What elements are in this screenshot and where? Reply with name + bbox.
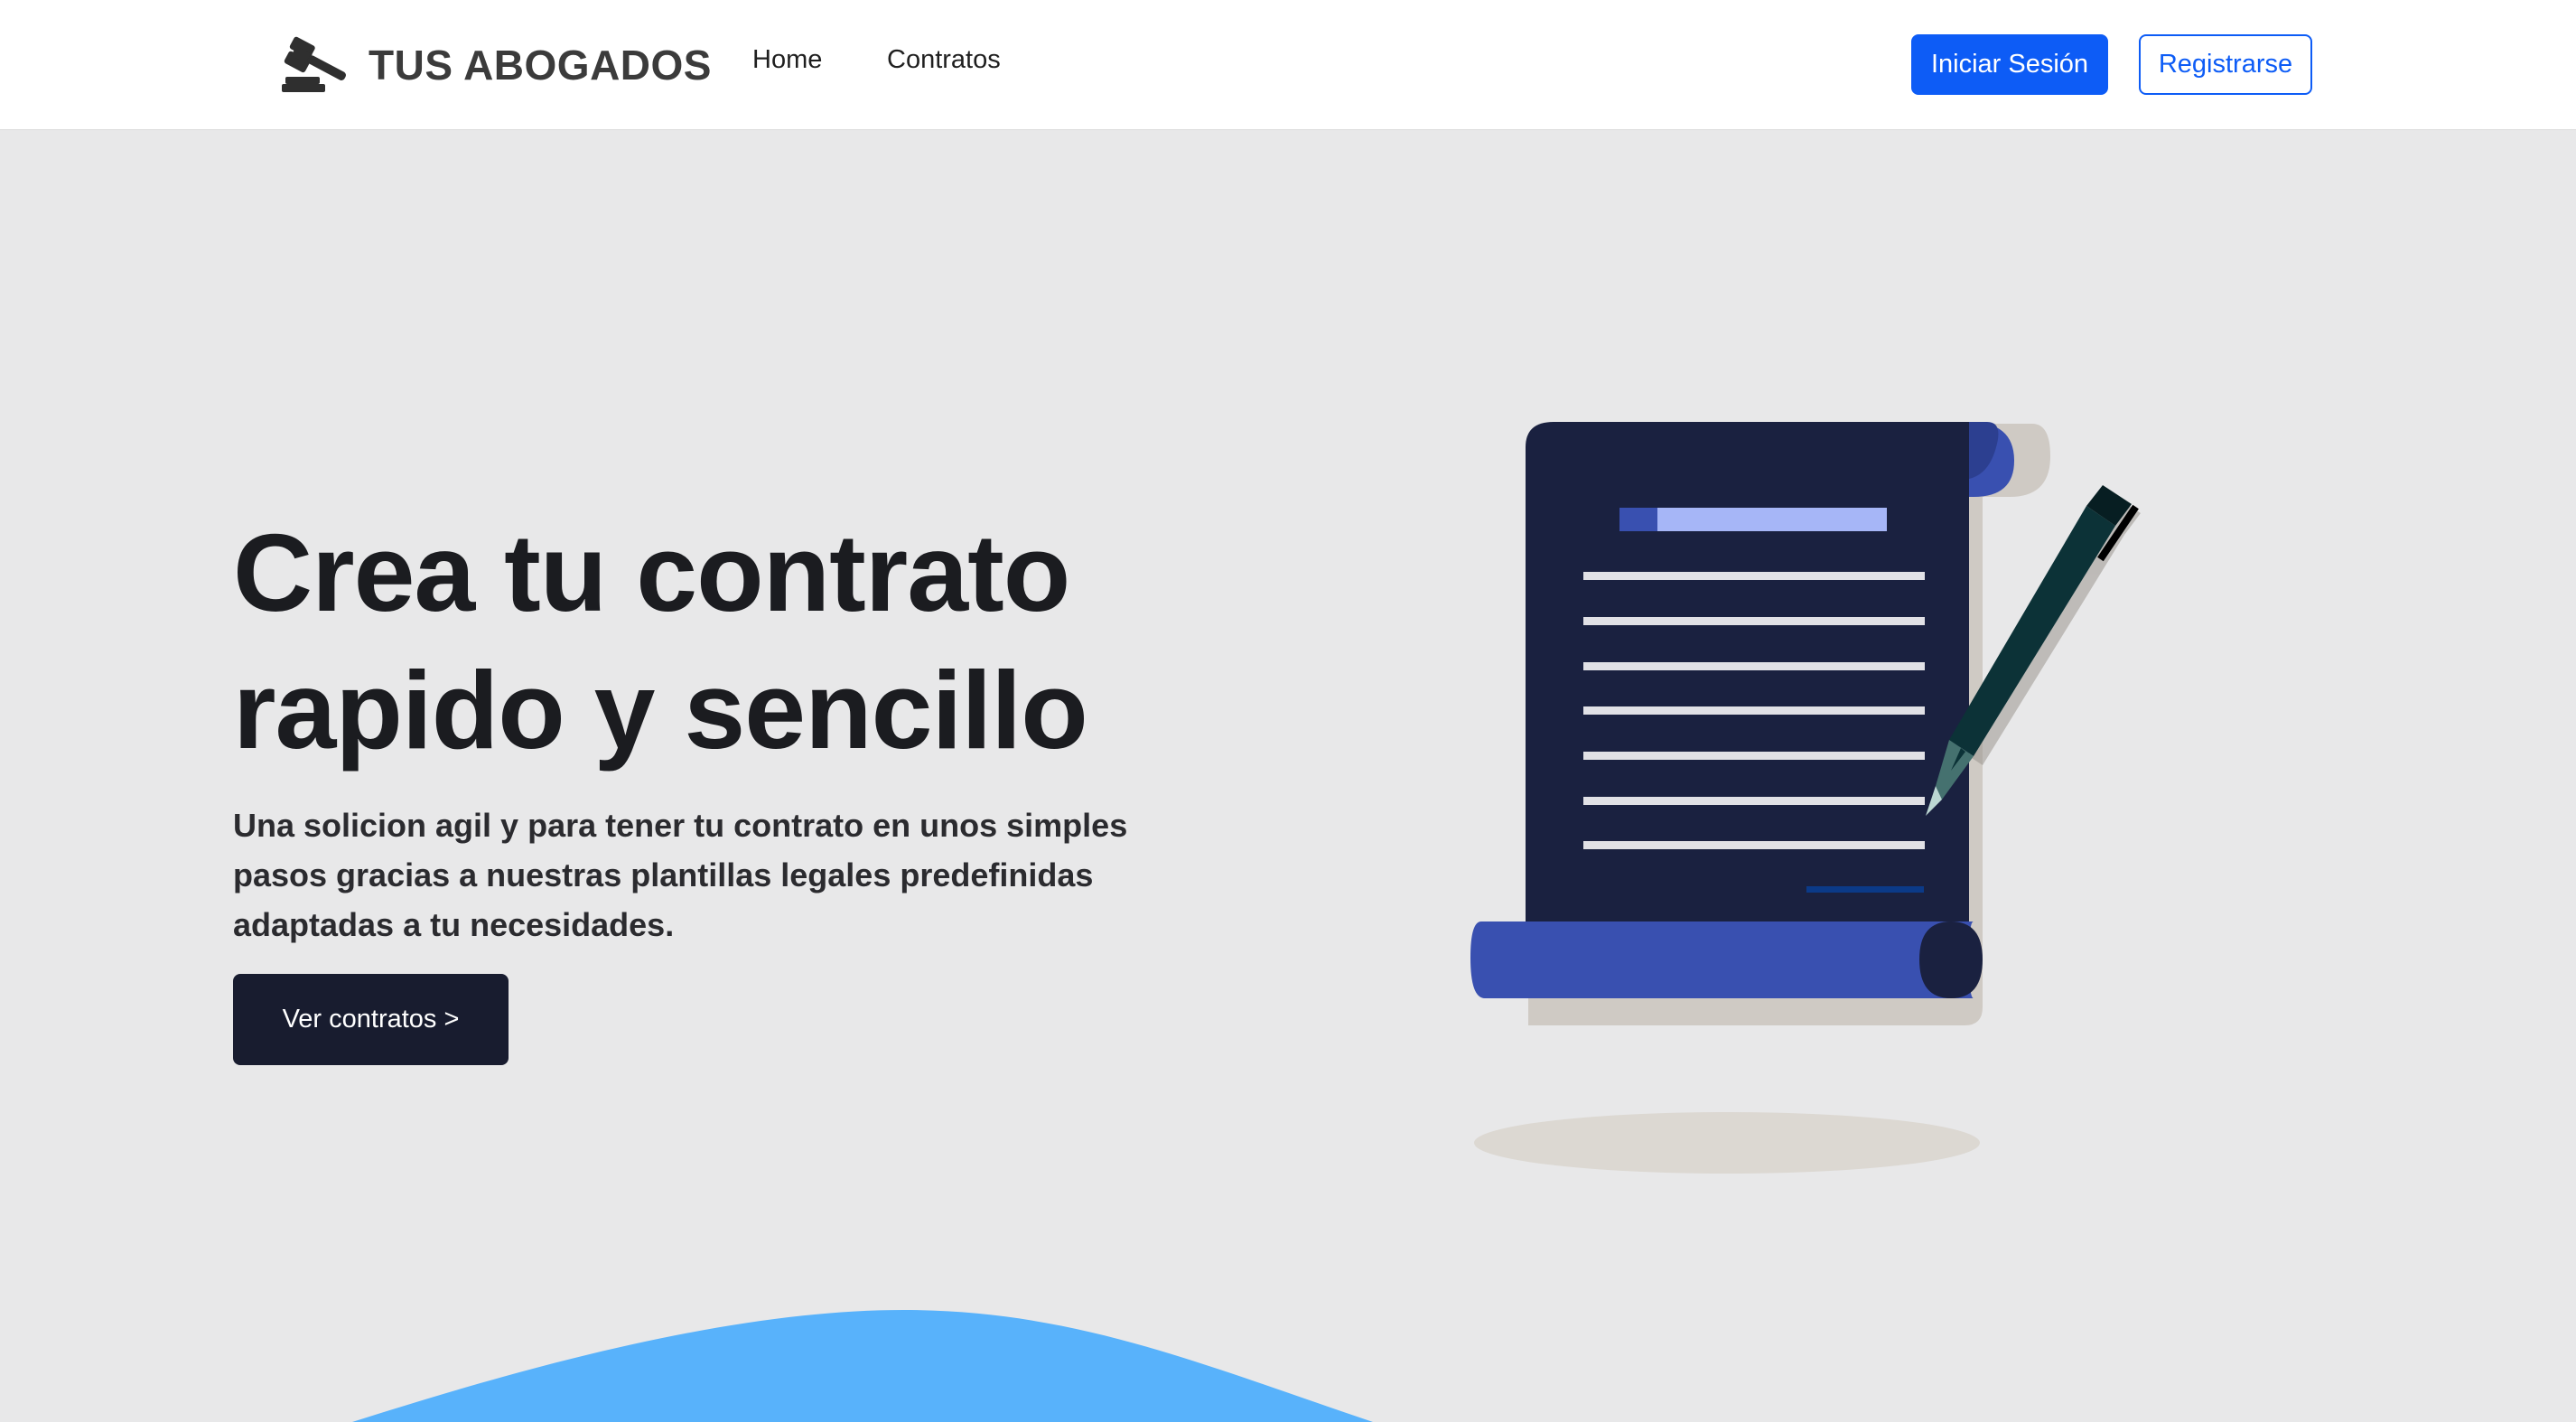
hero-title-line-2: rapido y sencillo	[233, 649, 1088, 772]
hero-subtitle: Una solicion agil y para tener tu contra…	[233, 807, 1128, 943]
hero-title: Crea tu contrato rapido y sencillo	[233, 504, 1227, 779]
illustration-shadow	[1474, 1112, 1980, 1174]
scroll-bottom-roll	[1470, 921, 1974, 998]
paper-body	[1526, 422, 1969, 989]
contract-scroll-illustration	[1470, 422, 2141, 1174]
document-title-bar	[1619, 508, 1887, 531]
hero-title-line-1: Crea tu contrato	[233, 511, 1070, 634]
nav-link-home[interactable]: Home	[752, 45, 822, 75]
brand-logo-link[interactable]: TUS ABOGADOS	[282, 29, 712, 101]
decorative-wave	[352, 1310, 1373, 1422]
nav-link-contratos[interactable]: Contratos	[887, 45, 1001, 75]
gavel-icon	[282, 36, 346, 92]
brand-name: TUS ABOGADOS	[369, 42, 712, 89]
view-contracts-button[interactable]: Ver contratos >	[233, 974, 509, 1065]
page: TUS ABOGADOS Home Contratos Iniciar Sesi…	[0, 0, 2576, 1422]
signature-line	[1806, 886, 1924, 893]
navbar: TUS ABOGADOS Home Contratos Iniciar Sesi…	[0, 0, 2576, 130]
login-button[interactable]: Iniciar Sesión	[1911, 34, 2108, 95]
register-button[interactable]: Registrarse	[2139, 34, 2312, 95]
